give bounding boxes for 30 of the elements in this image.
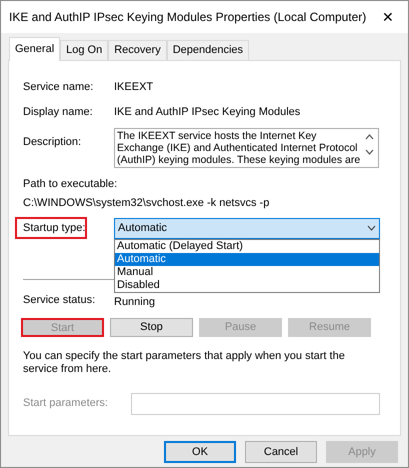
service-button[interactable]: Stop	[110, 318, 193, 336]
window-title: IKE and AuthIP IPsec Keying Modules Properties (Local Computer)	[9, 9, 366, 26]
scroll-down-icon[interactable]	[365, 149, 374, 155]
dialog-button[interactable]: Cancel	[245, 441, 317, 463]
field-label: Description:	[23, 135, 82, 150]
field-label: Display name:	[23, 105, 94, 120]
tab[interactable]: General	[9, 37, 60, 61]
start-parameters-label: Start parameters:	[23, 396, 109, 412]
dropdown-option[interactable]: Disabled	[115, 278, 379, 292]
path-value: C:\WINDOWS\system32\svchost.exe -k netsvcs -p	[23, 196, 270, 210]
display-name-value: IKE and AuthIP IPsec Keying Modules	[114, 105, 300, 120]
tab[interactable]: Log On	[60, 40, 108, 60]
scroll-up-icon[interactable]	[365, 134, 374, 140]
startup-type-dropdown[interactable]: Automatic	[114, 218, 380, 238]
tab[interactable]: Dependencies	[166, 40, 250, 60]
service-status-value: Running	[114, 295, 155, 310]
field-label: Service status:	[23, 293, 96, 308]
dropdown-option[interactable]: Automatic (Delayed Start)	[115, 240, 379, 252]
dropdown-option[interactable]: Manual	[115, 266, 379, 278]
description-text: The IKEEXT service hosts the Internet Key Exchange (IKE) and Authenticated Internet Protocol (AuthIP) keying modules. These keying modules are	[117, 130, 362, 166]
service-name-value: IKEEXT	[114, 80, 154, 96]
dropdown-option[interactable]: Automatic	[115, 252, 379, 266]
startup-type-label: Startup type:	[15, 217, 87, 239]
tab[interactable]: Recovery	[108, 40, 167, 60]
path-label: Path to executable:	[23, 177, 118, 192]
close-button[interactable]: ✕	[378, 6, 398, 28]
chevron-down-icon	[367, 225, 376, 231]
dialog-button[interactable]: OK	[164, 441, 236, 463]
field-label: Service name:	[23, 80, 94, 96]
hint-text: You can specify the start parameters that apply when you start the service from here.	[23, 350, 346, 376]
